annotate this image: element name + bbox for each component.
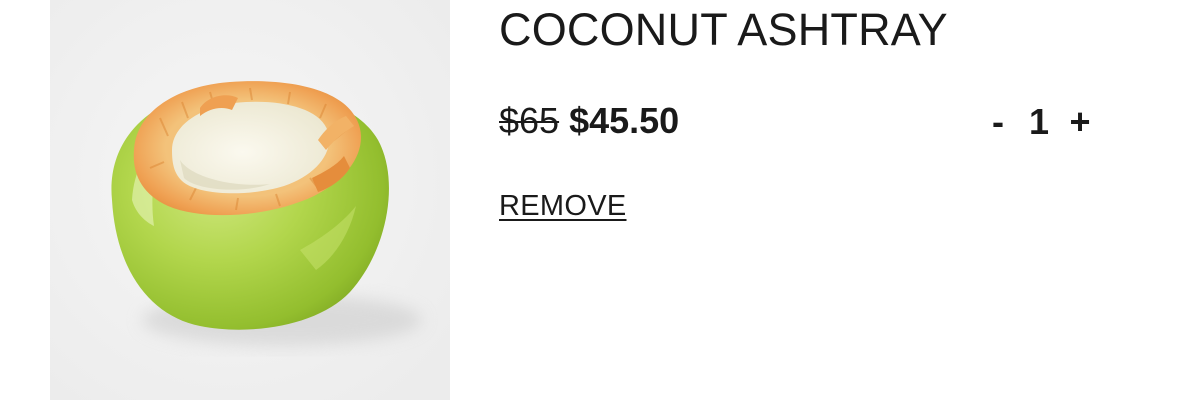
quantity-stepper: - 1 + [985,100,1093,144]
coconut-ashtray-illustration [50,0,450,400]
quantity-value: 1 [1028,101,1050,142]
cart-item: COCONUT ASHTRAY $65 $45.50 - 1 + REMOVE [0,0,1200,400]
increment-quantity-button[interactable]: + [1067,100,1093,144]
original-price: $65 [499,100,560,141]
product-image[interactable] [50,0,450,400]
product-title: COCONUT ASHTRAY [499,4,948,55]
sale-price: $45.50 [569,100,680,141]
decrement-quantity-button[interactable]: - [985,100,1011,144]
remove-item-link[interactable]: REMOVE [499,190,627,223]
price-row: $65 $45.50 [499,100,679,144]
